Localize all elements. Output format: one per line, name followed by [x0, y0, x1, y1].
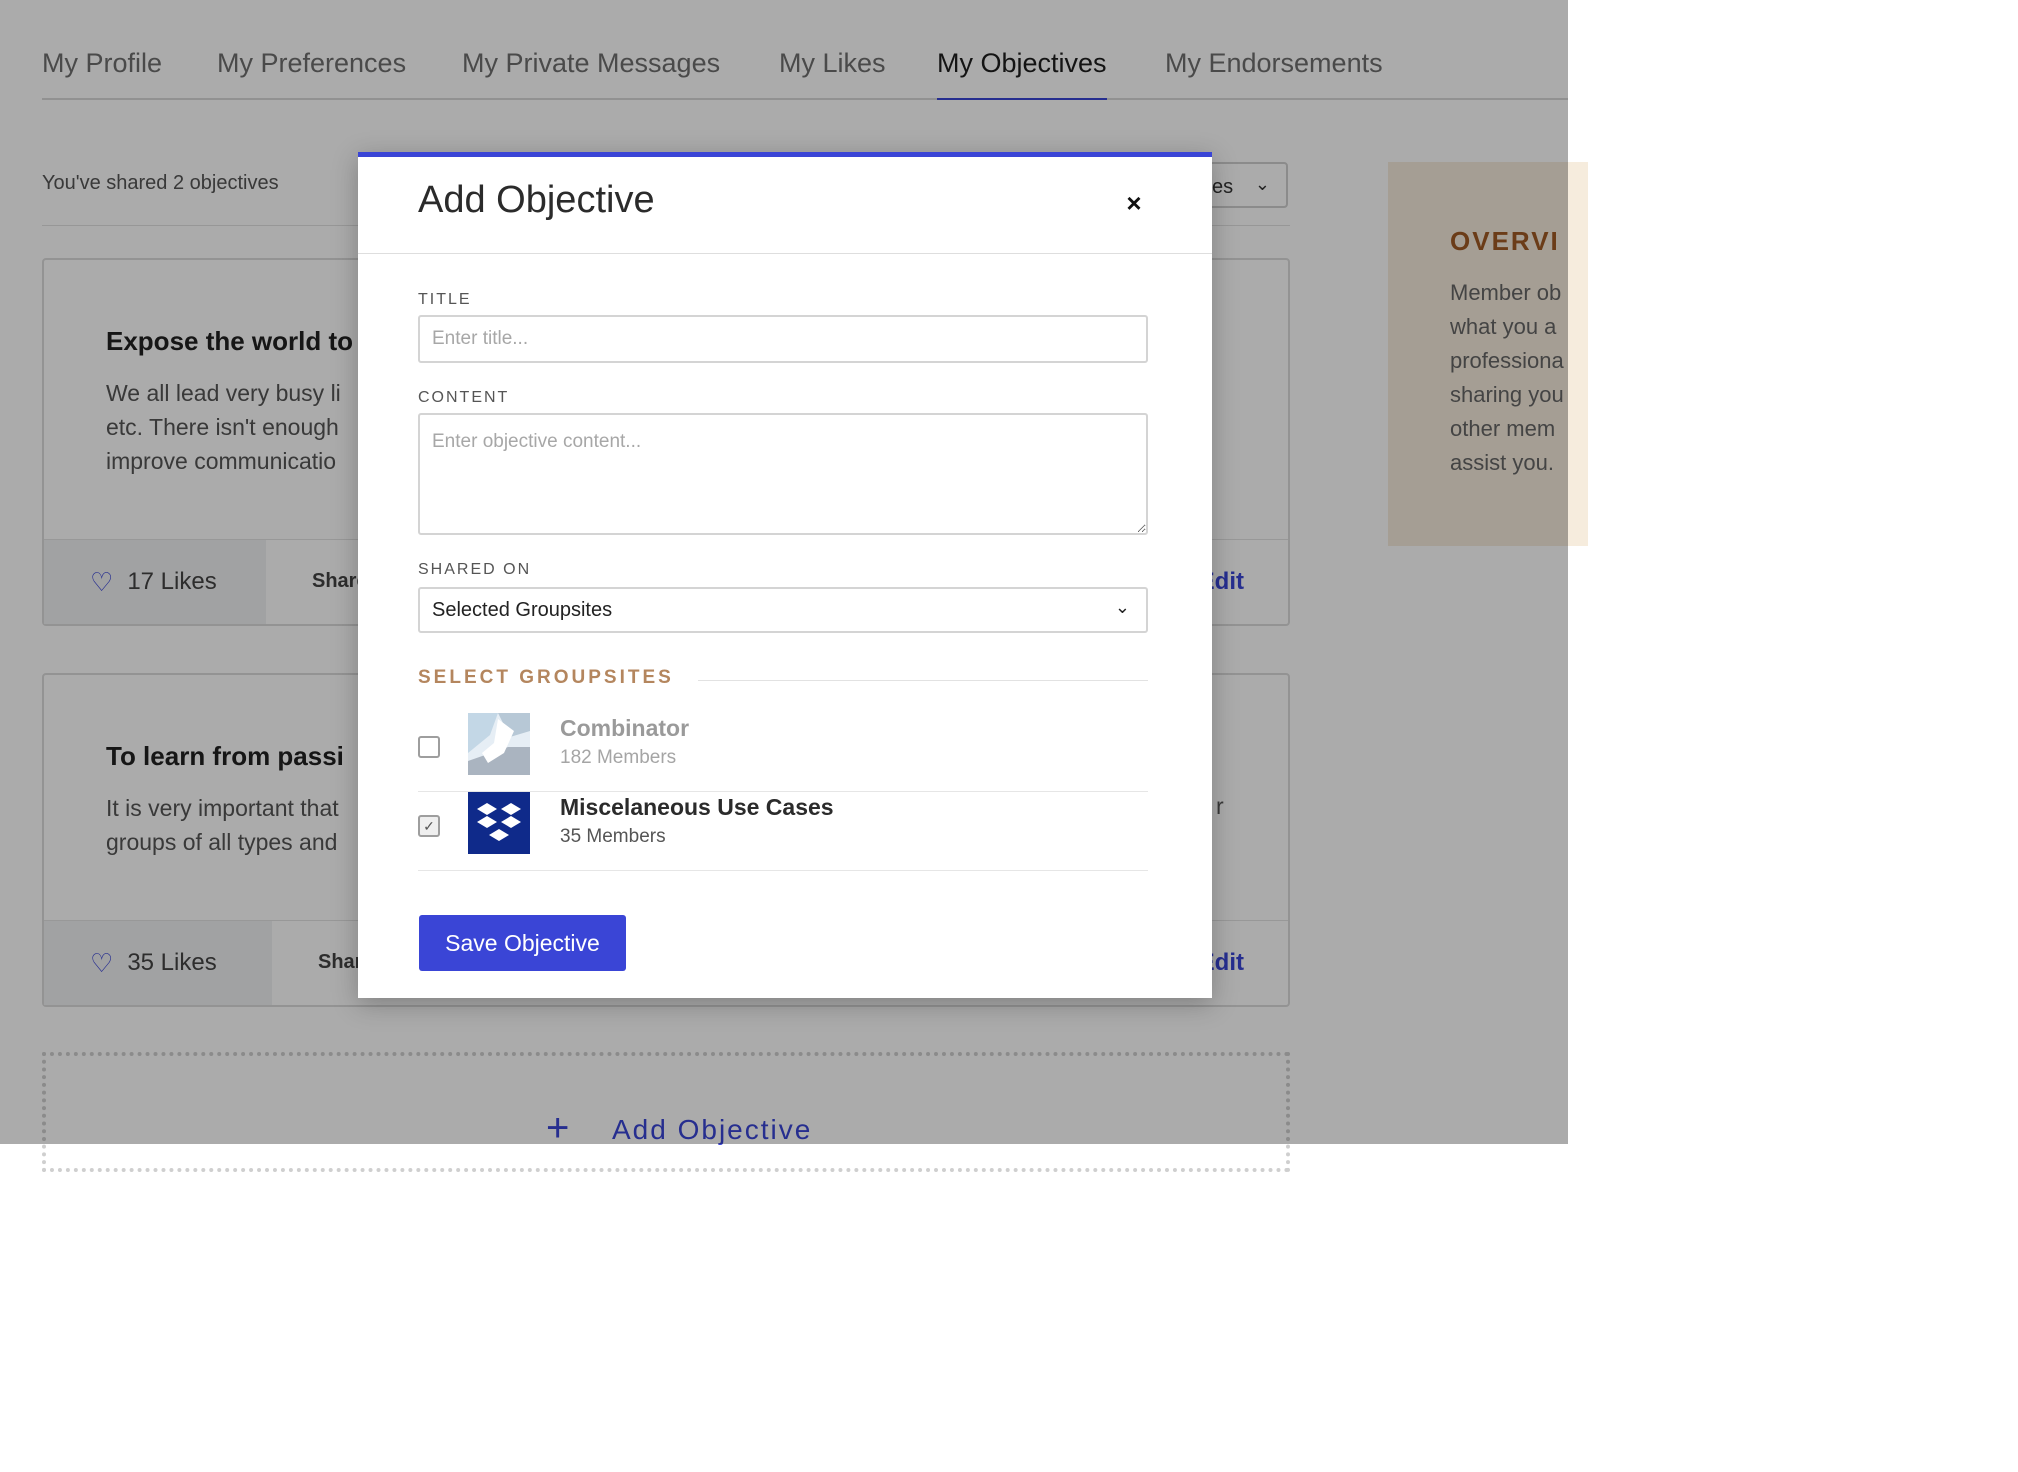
title-input[interactable] [418, 315, 1148, 363]
groupsite-checkbox[interactable] [418, 736, 440, 758]
add-objective-modal: Add Objective × TITLE CONTENT SHARED ON … [358, 152, 1212, 998]
groupsite-name: Combinator [560, 715, 690, 741]
modal-title: Add Objective [418, 179, 655, 221]
content-label: CONTENT [418, 389, 510, 406]
groupsite-members: 182 Members [560, 747, 677, 768]
shared-on-select[interactable]: Selected Groupsites ⌄ [418, 587, 1148, 633]
groupsite-name: Miscelaneous Use Cases [560, 794, 834, 820]
content-textarea[interactable] [418, 413, 1148, 535]
select-groupsites-heading: SELECT GROUPSITES [418, 667, 674, 688]
save-objective-button[interactable]: Save Objective [419, 915, 626, 971]
groupsite-members: 35 Members [560, 826, 666, 847]
groupsite-checkbox-checked[interactable]: ✓ [418, 815, 440, 837]
chevron-down-icon: ⌄ [1114, 597, 1130, 617]
dropbox-logo-icon [468, 792, 530, 854]
modal-header-divider [358, 253, 1212, 254]
shared-on-label: SHARED ON [418, 561, 532, 578]
shared-on-value: Selected Groupsites [432, 599, 613, 621]
combinator-logo-icon [468, 713, 530, 775]
section-divider [698, 680, 1148, 681]
groupsite-row-miscelaneous[interactable]: ✓ Miscelaneous Use Cases 35 Members [418, 792, 1148, 871]
close-icon[interactable]: × [1122, 190, 1146, 216]
title-label: TITLE [418, 291, 472, 308]
groupsite-row-combinator[interactable]: Combinator 182 Members [418, 713, 1148, 792]
